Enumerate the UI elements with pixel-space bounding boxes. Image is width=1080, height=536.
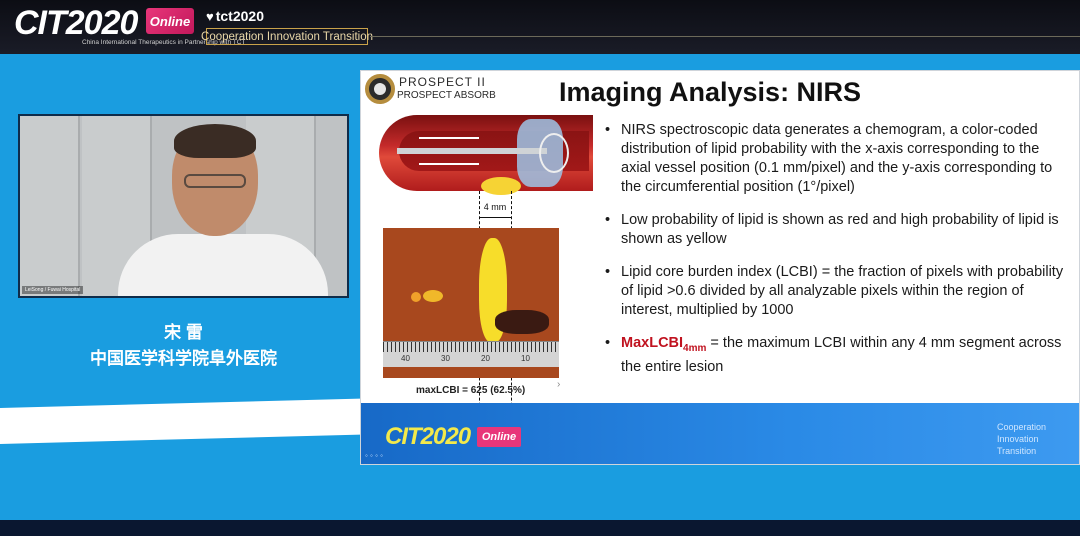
catheter-ring bbox=[539, 133, 569, 173]
speaker-name: 宋 雷 bbox=[164, 323, 203, 342]
cit-logo: CIT2020 bbox=[14, 4, 138, 42]
maxlcbi-term-text: MaxLCBI bbox=[621, 335, 684, 351]
tct-logo: ♥ tct2020 bbox=[206, 8, 264, 24]
lipid-plaque bbox=[481, 177, 521, 195]
speaker-body bbox=[118, 234, 328, 296]
top-banner: CIT2020 China International Therapeutics… bbox=[0, 0, 1080, 54]
lipid-region bbox=[411, 292, 421, 302]
speaker-glasses bbox=[184, 174, 246, 188]
speaker-institution: 中国医学科学院阜外医院 bbox=[90, 349, 277, 368]
online-badge: Online bbox=[146, 8, 194, 34]
ruler-number: 40 bbox=[401, 354, 410, 363]
chemogram-ruler: 40 30 20 10 bbox=[383, 341, 559, 367]
tct-text: tct2020 bbox=[215, 8, 264, 24]
bullet-item: NIRS spectroscopic data generates a chem… bbox=[605, 121, 1067, 197]
bullet-item: Lipid core burden index (LCBI) = the fra… bbox=[605, 263, 1067, 320]
maxlcbi-term: MaxLCBI4mm bbox=[621, 335, 707, 354]
chemogram-caption: maxLCBI = 625 (62.5%) bbox=[416, 385, 526, 396]
divider bbox=[370, 36, 1080, 37]
ruler-ticks bbox=[383, 342, 559, 352]
ruler-number: 30 bbox=[441, 354, 450, 363]
presentation-slide: PROSPECT II PROSPECT ABSORB Imaging Anal… bbox=[360, 70, 1080, 465]
video-label: LeiSong / Fuwai Hospital bbox=[22, 286, 84, 294]
footer-tagline-line: Cooperation bbox=[997, 422, 1047, 432]
catheter bbox=[397, 148, 547, 154]
footer-tagline-line: Transition bbox=[997, 446, 1037, 456]
footer-tagline: Cooperation Innovation Transition bbox=[997, 421, 1046, 457]
ruler-number: 20 bbox=[481, 354, 490, 363]
prospect-subtitle: PROSPECT ABSORB bbox=[397, 90, 496, 101]
slide-nav[interactable]: ◦ ◦ ◦ ◦ bbox=[365, 451, 383, 460]
footer-cit-logo: CIT2020 bbox=[385, 423, 471, 450]
bullet-item: MaxLCBI4mm = the maximum LCBI within any… bbox=[605, 334, 1067, 377]
chevron-right-icon: › bbox=[557, 379, 561, 390]
arrow-icon bbox=[419, 163, 479, 165]
segment-length-label: 4 mm bbox=[483, 202, 507, 212]
footer-online-badge: Online bbox=[477, 427, 521, 447]
footer-tagline-line: Innovation bbox=[997, 434, 1039, 444]
slide-footer: CIT2020 Online Cooperation Innovation Tr… bbox=[361, 403, 1079, 464]
prospect-logo-icon bbox=[365, 74, 395, 104]
speaker-hair bbox=[174, 124, 256, 158]
arrow-icon bbox=[419, 137, 479, 139]
heart-icon: ♥ bbox=[206, 9, 214, 24]
bottom-bar bbox=[0, 520, 1080, 536]
maxlcbi-term-sub: 4mm bbox=[683, 342, 707, 354]
tagline: Cooperation Innovation Transition bbox=[201, 28, 373, 45]
prospect-title: PROSPECT II bbox=[399, 75, 486, 89]
lipid-region bbox=[423, 290, 443, 302]
shadow-region bbox=[495, 310, 549, 334]
bullet-item: Low probability of lipid is shown as red… bbox=[605, 211, 1067, 249]
speaker-video: LeiSong / Fuwai Hospital bbox=[18, 114, 349, 298]
background-cabinet bbox=[20, 116, 80, 296]
ruler-number: 10 bbox=[521, 354, 530, 363]
slide-title: Imaging Analysis: NIRS bbox=[559, 77, 862, 107]
bullet-list: NIRS spectroscopic data generates a chem… bbox=[605, 121, 1067, 391]
segment-arrow bbox=[480, 217, 511, 218]
